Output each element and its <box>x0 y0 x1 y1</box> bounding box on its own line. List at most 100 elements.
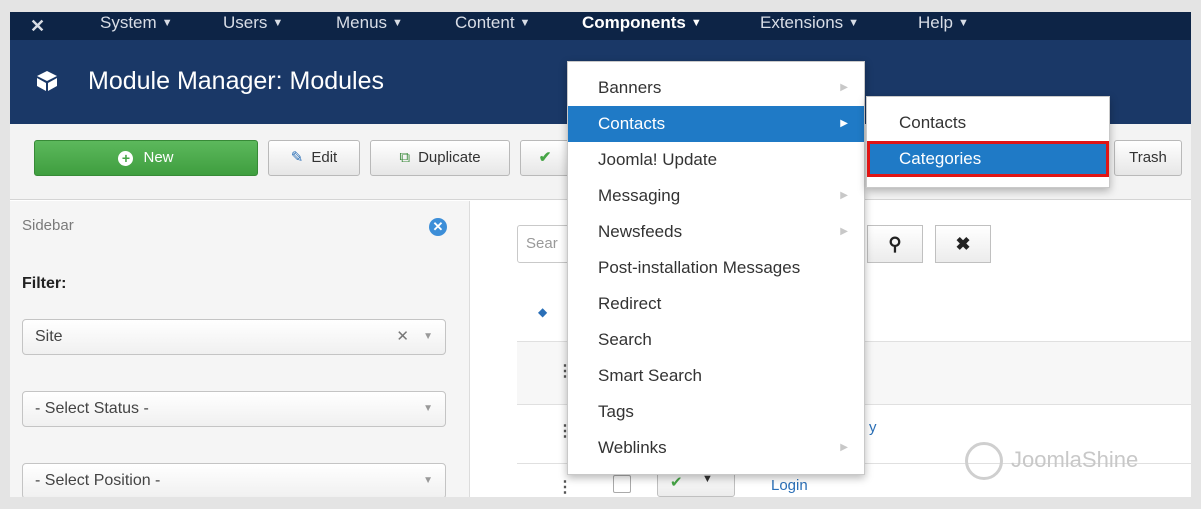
clear-icon[interactable]: ✕ <box>396 320 409 354</box>
menu-item-banners[interactable]: Banners ▶ <box>568 70 864 106</box>
page-title: Module Manager: Modules <box>88 67 384 95</box>
caret-down-icon: ▼ <box>690 17 702 29</box>
menu-item-contacts[interactable]: Contacts ▶ <box>568 106 864 142</box>
menu-components[interactable]: Components ▼ <box>582 12 702 40</box>
app-window: ✕ System ▼ Users ▼ Menus ▼ Content ▼ Compone… <box>10 12 1191 497</box>
duplicate-button-label: Duplicate <box>418 149 481 166</box>
sidebar-title: Sidebar <box>22 217 74 234</box>
drag-handle-icon[interactable]: ⋮ <box>557 477 573 497</box>
menu-system[interactable]: System ▼ <box>100 12 173 40</box>
caret-down-icon: ▼ <box>272 17 284 29</box>
menu-label: Help <box>918 13 953 32</box>
menu-label: Content <box>455 13 515 32</box>
menu-item-post-installation-messages[interactable]: Post-installation Messages <box>568 250 864 286</box>
status-select-value: - Select Status - <box>35 400 149 417</box>
chevron-down-icon: ▼ <box>423 475 433 486</box>
check-icon: ✔ <box>670 474 683 491</box>
search-placeholder: Sear <box>526 235 558 252</box>
menu-item-tags[interactable]: Tags <box>568 394 864 430</box>
new-button[interactable]: + New <box>34 140 258 176</box>
position-select[interactable]: - Select Position - ▼ <box>22 463 446 497</box>
trash-button[interactable]: Trash <box>1114 140 1182 176</box>
menu-item-label: Smart Search <box>598 366 702 385</box>
submenu-item-categories[interactable]: Categories <box>867 141 1109 177</box>
clear-search-button[interactable]: ✖ <box>935 225 991 263</box>
search-icon: ⚲ <box>888 234 902 254</box>
caret-down-icon: ▼ <box>161 17 173 29</box>
sidebar: Sidebar ✕ Filter: Site ✕ ▼ - Select Status… <box>10 201 470 497</box>
site-select-value: Site <box>35 328 63 345</box>
submenu-item-label: Categories <box>899 149 982 168</box>
menu-item-joomla-update[interactable]: Joomla! Update <box>568 142 864 178</box>
trash-button-label: Trash <box>1129 149 1167 166</box>
edit-icon: ✎ <box>290 149 304 166</box>
close-icon: ✖ <box>955 234 971 254</box>
publish-button[interactable]: ✔ <box>520 140 570 176</box>
menu-label: Users <box>223 13 268 32</box>
menu-users[interactable]: Users ▼ <box>223 12 283 40</box>
menu-label: Components <box>582 13 686 32</box>
duplicate-button[interactable]: ⧉ Duplicate <box>370 140 510 176</box>
menu-item-label: Post-installation Messages <box>598 258 801 277</box>
menu-item-label: Messaging <box>598 186 681 205</box>
menu-item-smart-search[interactable]: Smart Search <box>568 358 864 394</box>
site-select[interactable]: Site ✕ ▼ <box>22 319 446 355</box>
menu-item-newsfeeds[interactable]: Newsfeeds ▶ <box>568 214 864 250</box>
caret-down-icon: ▼ <box>957 17 969 29</box>
menu-item-label: Banners <box>598 78 662 97</box>
chevron-right-icon: ▶ <box>840 82 848 93</box>
menu-item-label: Joomla! Update <box>598 150 718 169</box>
row-checkbox[interactable] <box>613 475 631 493</box>
menu-item-redirect[interactable]: Redirect <box>568 286 864 322</box>
top-menu-bar: ✕ System ▼ Users ▼ Menus ▼ Content ▼ Compone… <box>10 12 1191 40</box>
cube-icon <box>37 71 57 91</box>
submenu-item-contacts[interactable]: Contacts <box>867 105 1109 141</box>
caret-down-icon: ▼ <box>519 17 531 29</box>
menu-help[interactable]: Help ▼ <box>918 12 969 40</box>
search-button[interactable]: ⚲ <box>867 225 923 263</box>
watermark-text: JoomlaShine <box>1011 446 1139 472</box>
chevron-down-icon: ▼ <box>423 331 433 342</box>
menu-item-search[interactable]: Search <box>568 322 864 358</box>
chevron-right-icon: ▶ <box>840 226 848 237</box>
chevron-right-icon: ▶ <box>840 118 848 129</box>
menu-menus[interactable]: Menus ▼ <box>336 12 403 40</box>
close-icon[interactable]: ✕ <box>429 218 447 236</box>
edit-button-label: Edit <box>311 149 338 166</box>
chevron-right-icon: ▶ <box>840 442 848 453</box>
menu-item-weblinks[interactable]: Weblinks ▶ <box>568 430 864 466</box>
edit-button[interactable]: ✎ Edit <box>268 140 360 176</box>
menu-label: Menus <box>336 13 388 32</box>
menu-item-label: Contacts <box>598 114 666 133</box>
submenu-item-label: Contacts <box>899 113 967 132</box>
menu-item-label: Tags <box>598 402 634 421</box>
menu-item-label: Weblinks <box>598 438 667 457</box>
menu-content[interactable]: Content ▼ <box>455 12 530 40</box>
contacts-submenu: Contacts Categories <box>866 96 1110 188</box>
menu-item-label: Redirect <box>598 294 662 313</box>
menu-item-label: Newsfeeds <box>598 222 683 241</box>
duplicate-icon: ⧉ <box>399 149 411 166</box>
menu-extensions[interactable]: Extensions ▼ <box>760 12 859 40</box>
menu-item-label: Search <box>598 330 652 349</box>
sort-icon[interactable]: ◆ <box>538 305 547 319</box>
joomla-logo-icon[interactable]: ✕ <box>30 16 50 36</box>
status-select[interactable]: - Select Status - ▼ <box>22 391 446 427</box>
module-title-link[interactable]: Login <box>771 477 808 494</box>
module-title-link[interactable]: y <box>869 419 877 436</box>
components-dropdown: Banners ▶ Contacts ▶ Joomla! Update Messag… <box>567 61 865 475</box>
plus-icon: + <box>118 151 134 166</box>
menu-label: Extensions <box>760 13 844 32</box>
caret-down-icon: ▼ <box>392 17 403 29</box>
new-button-label: New <box>143 149 174 166</box>
check-icon: ✔ <box>538 149 552 166</box>
watermark: JoomlaShine <box>965 442 1138 480</box>
chevron-right-icon: ▶ <box>840 190 848 201</box>
menu-label: System <box>100 13 157 32</box>
menu-item-messaging[interactable]: Messaging ▶ <box>568 178 864 214</box>
filter-label: Filter: <box>22 275 67 292</box>
position-select-value: - Select Position - <box>35 472 161 489</box>
chevron-down-icon: ▼ <box>423 403 433 414</box>
caret-down-icon: ▼ <box>848 17 860 29</box>
joomlashine-logo-icon <box>965 442 1003 480</box>
